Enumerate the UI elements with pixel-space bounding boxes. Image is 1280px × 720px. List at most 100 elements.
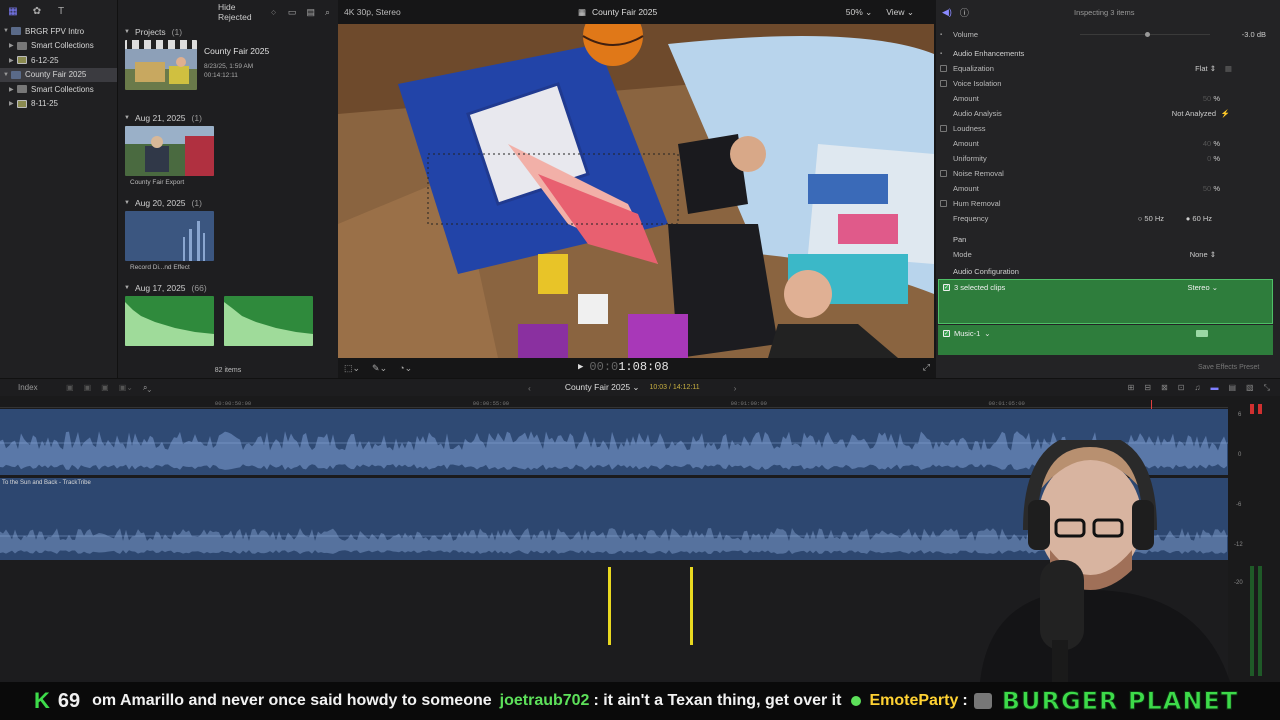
audio-skimming-icon[interactable]: ⊟ [1144,383,1151,393]
zoom-dropdown[interactable]: 50% ⌄ [846,7,873,18]
sidebar-item-event-8-11-25[interactable]: ▶ 8-11-25 [0,97,117,112]
titles-icon[interactable]: T [54,6,68,18]
info-tab-icon[interactable]: ⓘ [960,6,969,19]
voice-isolation-checkbox[interactable] [940,80,947,87]
disclosure-icon[interactable]: ▼ [124,200,130,206]
timeline-ruler[interactable]: 00:00:50:00 00:00:55:00 00:01:00:00 00:01:0… [0,396,1240,408]
timeline-index-icon[interactable]: ⤡ [1264,383,1270,393]
save-effects-preset-button[interactable]: Save Effects Preset [1198,364,1259,371]
marker[interactable] [690,567,693,645]
chevron-down-icon[interactable]: ◇ [271,9,276,16]
video-frame[interactable] [338,24,934,358]
headphones-icon[interactable]: ♫ [1194,383,1200,393]
loudness-row[interactable]: Loudness [940,121,1272,136]
clip-thumbnail[interactable] [125,126,214,176]
hide-rejected-filter[interactable]: Hide Rejected [218,2,267,22]
insert-icon[interactable]: ▣ [84,383,92,393]
clip-appearance-icon[interactable]: ▬ [1210,383,1218,393]
overwrite-icon[interactable]: ▣⌄ [119,383,133,393]
project-item[interactable]: County Fair 2025 8/23/25, 1:59 AM 00:14:… [118,40,338,110]
vi-amount-row[interactable]: Amount 50 % [940,91,1272,106]
noise-amount-row[interactable]: Amount 50 % [940,181,1272,196]
sidebar-item-smart-collections-2[interactable]: ▶ Smart Collections [0,82,117,97]
loudness-checkbox[interactable] [940,125,947,132]
hum-removal-checkbox[interactable] [940,200,947,207]
project-dropdown[interactable]: County Fair 2025 ⌄ [565,382,640,393]
music-checkbox[interactable]: ✓ [943,330,950,337]
audio-tab-icon[interactable]: ◀) [942,7,952,18]
disclosure-icon[interactable]: ▶ [9,100,17,107]
timecode-display[interactable]: ▶ 00:01:08:08 [578,360,669,374]
audio-config-header[interactable]: Audio Configuration [940,264,1272,279]
photos-icon[interactable]: ✿ [30,6,44,18]
chevron-down-icon[interactable]: ⌄ [984,329,990,338]
sidebar-item-smart-collections[interactable]: ▶ Smart Collections [0,39,117,54]
disclosure-icon[interactable]: ▼ [124,29,130,35]
freq-50-radio[interactable]: ○ 50 Hz [1138,214,1164,223]
filmstrip-icon[interactable]: ▤ [306,7,315,18]
audio-clip-thumbnail[interactable] [125,296,214,346]
enhance-icon[interactable]: ✎⌄ [372,363,387,374]
eq-settings-icon[interactable]: ▦ [1225,64,1232,73]
index-button[interactable]: Index [18,383,38,392]
solo-icon[interactable]: ⊠ [1161,383,1168,393]
connect-icon[interactable]: ▣ [66,383,74,393]
snapping-icon[interactable]: ⊡ [1178,383,1185,393]
select-tool-icon[interactable]: ⌕⌄ [143,383,151,393]
disclosure-icon[interactable]: ▶ [9,86,17,93]
disclosure-icon[interactable]: ▼ [124,115,130,121]
view-menu[interactable]: View ⌄ [886,7,914,18]
pan-mode-dropdown[interactable]: None ⇕ [1190,250,1216,259]
clip-item-aug17[interactable] [118,296,338,348]
fullscreen-icon[interactable]: ⤢ [923,362,930,373]
noise-removal-checkbox[interactable] [940,170,947,177]
analyze-icon[interactable]: ⚡ [1221,109,1230,118]
volume-knob[interactable] [1145,32,1150,37]
sidebar-item-library-brgr[interactable]: ▼ BRGR FPV Intro [0,24,117,39]
audio-clip-thumbnail[interactable] [125,211,214,261]
section-projects[interactable]: ▼ Projects (1) [118,24,338,40]
disclosure-icon[interactable]: ▼ [124,285,130,291]
back-arrow-icon[interactable]: ‹ [528,383,531,393]
section-aug-17[interactable]: ▼ Aug 17, 2025 (66) [118,280,338,296]
equalization-row[interactable]: Equalization Flat ⇕ ▦ [940,61,1272,76]
volume-row[interactable]: ▪ Volume -3.0 dB [940,27,1272,42]
voice-isolation-row[interactable]: Voice Isolation [940,76,1272,91]
noise-removal-row[interactable]: Noise Removal [940,166,1272,181]
channel-config-dropdown[interactable]: Stereo ⌄ [1188,283,1218,292]
transitions-icon[interactable]: ▧ [1246,383,1254,393]
libraries-icon[interactable]: ▦ [6,6,20,18]
hum-removal-row[interactable]: Hum Removal [940,196,1272,211]
clip-item-aug21[interactable]: County Fair Export [118,126,338,195]
sidebar-item-event-6-12-25[interactable]: ▶ 6-12-25 [0,53,117,68]
selected-clips-config[interactable]: ✓ 3 selected clips Stereo ⌄ [938,279,1273,324]
skimming-icon[interactable]: ⊞ [1128,383,1135,393]
audio-enhancements-header[interactable]: ▪ Audio Enhancements [940,46,1272,61]
disclosure-icon[interactable]: ▼ [3,72,11,78]
disclosure-icon[interactable]: ▶ [9,57,17,64]
loudness-amount-row[interactable]: Amount 40 % [940,136,1272,151]
project-thumbnail[interactable] [125,40,197,90]
section-aug-20[interactable]: ▼ Aug 20, 2025 (1) [118,195,338,211]
audio-clip-thumbnail[interactable] [224,296,313,346]
clip-item-aug20[interactable]: Record Di...nd Effect [118,211,338,280]
equalization-checkbox[interactable] [940,65,947,72]
disclosure-icon[interactable]: ▪ [940,32,942,38]
freq-60-radio[interactable]: ● 60 Hz [1186,214,1212,223]
frequency-row[interactable]: Frequency ○ 50 Hz ● 60 Hz [940,211,1272,226]
marker[interactable] [608,567,611,645]
effects-icon[interactable]: ▤ [1228,383,1236,393]
speed-icon[interactable]: ◔⌄ [399,363,412,374]
eq-dropdown[interactable]: Flat ⇕ [1195,64,1216,73]
sidebar-item-library-county-fair[interactable]: ▼ County Fair 2025 [0,67,117,82]
clip-appearance-icon[interactable]: ▭ [288,7,297,18]
volume-slider[interactable] [1080,32,1210,37]
pan-mode-row[interactable]: Mode None ⇕ [940,247,1272,262]
pan-header[interactable]: Pan [940,232,1272,247]
selected-clips-checkbox[interactable]: ✓ [943,284,950,291]
music-channel-config[interactable]: ✓ Music-1 ⌄ [938,325,1273,355]
section-aug-21[interactable]: ▼ Aug 21, 2025 (1) [118,110,338,126]
append-icon[interactable]: ▣ [101,383,109,393]
uniformity-row[interactable]: Uniformity 0 % [940,151,1272,166]
disclosure-icon[interactable]: ▶ [9,42,17,49]
